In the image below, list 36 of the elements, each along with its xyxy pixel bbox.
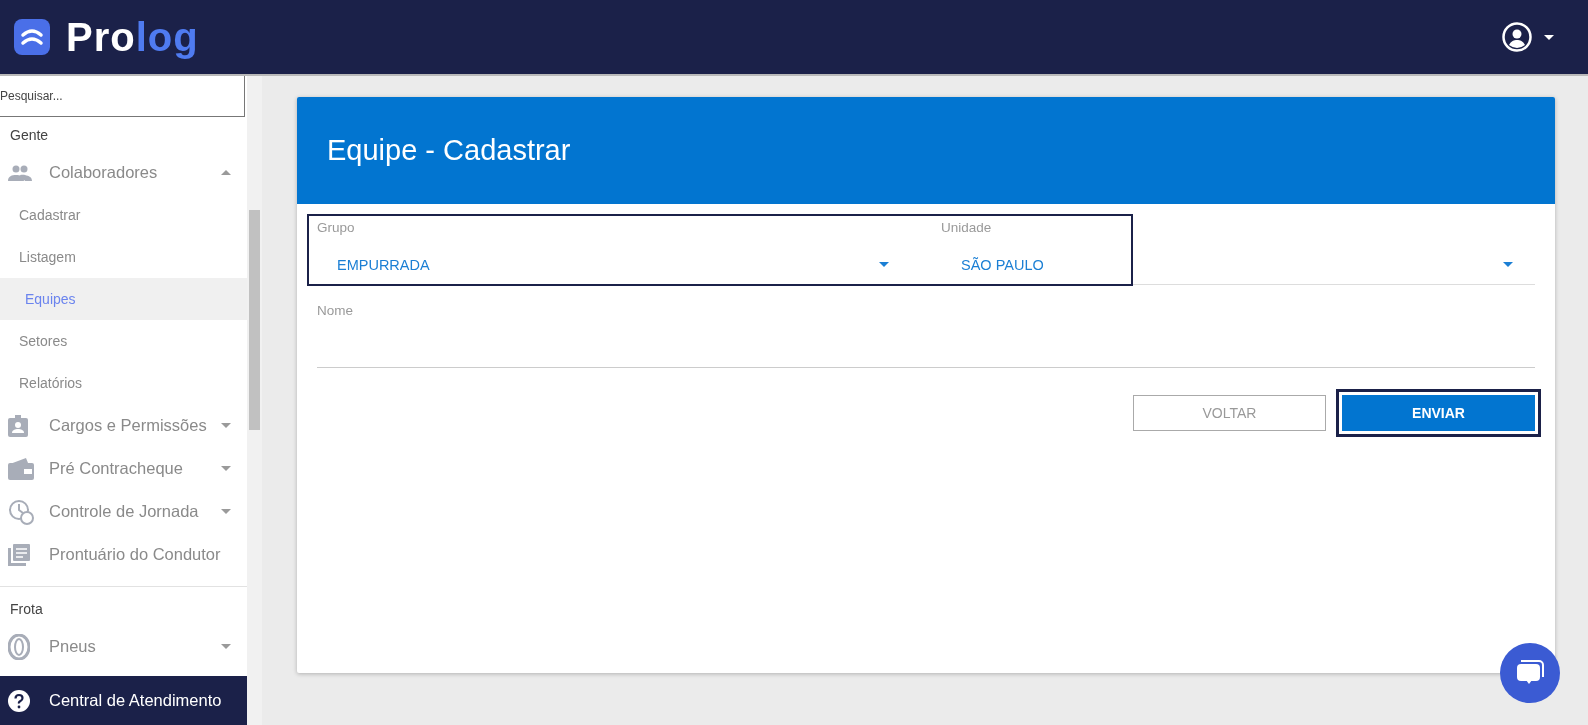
help-center-button[interactable]: Central de Atendimento — [0, 676, 247, 725]
menu-item[interactable]: Controle de Jornada — [0, 490, 247, 533]
select-field[interactable]: Unidade SÃO PAULO — [941, 214, 1535, 285]
clock-icon — [8, 498, 34, 525]
submenu-item[interactable]: Relatórios — [0, 362, 247, 404]
user-icon — [1502, 22, 1532, 52]
caret-icon — [1503, 262, 1513, 267]
search-field[interactable]: Pesquisar... — [0, 76, 245, 117]
submenu-item[interactable]: Cadastrar — [0, 194, 247, 236]
chat-button[interactable] — [1500, 643, 1560, 703]
badge-icon — [8, 414, 28, 437]
menu-item[interactable]: Pré Contracheque — [0, 447, 247, 490]
submenu-item[interactable]: Setores — [0, 320, 247, 362]
submenu-item[interactable]: Listagem — [0, 236, 247, 278]
logo-icon — [14, 19, 50, 55]
caret-icon — [879, 262, 889, 267]
menu-item[interactable]: Colaboradores — [0, 151, 247, 194]
wallet-icon — [8, 457, 34, 480]
section-title: Gente — [9, 126, 50, 145]
document-list-icon — [8, 543, 30, 566]
logo-text: Prolog — [66, 14, 199, 60]
people-icon — [8, 164, 32, 181]
menu-item[interactable]: Pneus — [0, 625, 247, 668]
submit-button[interactable]: ENVIAR — [1336, 389, 1541, 437]
select-field[interactable]: Grupo EMPURRADA — [317, 214, 911, 285]
caret-icon — [1544, 34, 1554, 40]
scrollbar[interactable] — [247, 76, 262, 725]
name-field[interactable]: Nome — [317, 297, 1535, 368]
section-title: Frota — [9, 600, 44, 619]
help-icon — [8, 689, 30, 712]
menu-item[interactable]: Prontuário do Condutor — [0, 533, 247, 576]
page-title: Equipe - Cadastrar — [327, 134, 571, 167]
menu-item[interactable]: Cargos e Permissões — [0, 404, 247, 447]
submenu-item[interactable]: Equipes — [0, 278, 247, 320]
back-button[interactable]: VOLTAR — [1133, 395, 1326, 431]
tire-icon — [8, 633, 30, 660]
